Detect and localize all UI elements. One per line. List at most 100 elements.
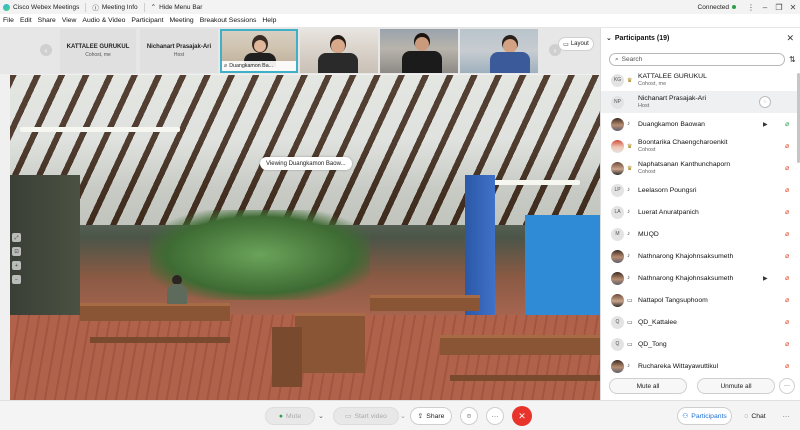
connected-dot-icon (732, 5, 736, 9)
participant-row[interactable]: Q ▭ QD_Tong ⌀ (601, 333, 800, 355)
video-camera-icon: ▶ (763, 121, 768, 128)
screen-icon: ▭ (627, 297, 633, 304)
participant-video-tile[interactable] (380, 29, 458, 73)
audio-options-chevron-icon[interactable]: ⌄ (316, 407, 326, 425)
participant-row[interactable]: Q ▭ QD_Kattalee ⌀ (601, 311, 800, 333)
search-input[interactable]: ⌕ Search (609, 53, 785, 66)
lock-icon[interactable]: ⊡ (12, 247, 21, 256)
avatar (611, 249, 624, 263)
menu-help[interactable]: Help (259, 17, 279, 24)
participant-row[interactable]: M ♪ MUQD ⌀ (601, 223, 800, 245)
participant-row[interactable]: ♪ Nathnarong Khajohnsaksumeth ⌀ (601, 245, 800, 267)
menu-audio-video[interactable]: Audio & Video (79, 17, 128, 24)
chat-bubble-icon[interactable]: ◌ (759, 96, 771, 108)
expand-icon[interactable]: ⤢ (12, 233, 21, 242)
more-options-icon[interactable]: ··· (486, 407, 504, 425)
menu-file[interactable]: File (0, 17, 17, 24)
hide-menu-bar-button[interactable]: ⌃ Hide Menu Bar (145, 3, 209, 12)
app-title: Cisco Webex Meetings (0, 3, 85, 11)
avatar: M (611, 227, 624, 241)
menu-breakout-sessions[interactable]: Breakout Sessions (197, 17, 260, 24)
participant-row[interactable]: LA ♪ Luerat Anuratpanich ⌀ (601, 201, 800, 223)
share-button[interactable]: ⇪ Share (410, 407, 452, 425)
sort-icon[interactable]: ⇅ (789, 55, 796, 64)
close-window-icon[interactable]: ✕ (786, 0, 800, 14)
mute-button[interactable]: ● Mute (265, 407, 315, 425)
participant-row[interactable]: ♛ Naphatsanan Kanthunchaporn Cohost ⌀ (601, 157, 800, 179)
participants-panel-button[interactable]: ⚇ Participants (677, 407, 732, 425)
participants-panel-footer: Mute all Unmute all ··· (601, 375, 800, 400)
participant-tile[interactable]: Nichanart Prasajak-Ari Host (140, 29, 218, 73)
muted-mic-icon: ⌀ (785, 143, 790, 150)
reactions-icon[interactable]: ☺ (460, 407, 478, 425)
more-panels-icon[interactable]: ··· (778, 407, 794, 425)
end-meeting-icon[interactable]: ✕ (512, 406, 532, 426)
more-options-icon[interactable]: ··· (779, 378, 795, 394)
cohost-icon: ♛ (627, 143, 633, 150)
participant-row[interactable]: NP Nichanart Prasajak-Ari Host ◌ (601, 91, 800, 113)
participant-row[interactable]: KG ♛ KATTALEE GURUKUL Cohost, me (601, 69, 800, 91)
muted-mic-icon: ⌀ (785, 209, 790, 216)
participant-name: QD_Kattalee (638, 318, 677, 326)
participant-video (318, 35, 358, 73)
participant-video (402, 33, 442, 73)
muted-mic-icon: ⌀ (785, 341, 790, 348)
participant-video-tile[interactable] (460, 29, 538, 73)
participants-panel-title: Participants (19) (614, 34, 670, 42)
avatar (611, 293, 624, 307)
zoom-in-icon[interactable]: + (12, 261, 21, 270)
chat-panel-button[interactable]: ◌ Chat (738, 407, 772, 425)
search-icon: ⌕ (615, 55, 619, 63)
zoom-out-icon[interactable]: − (12, 275, 21, 284)
participant-row[interactable]: ♪ Ruchareka Wittayawuttikul ⌀ (601, 355, 800, 377)
speaker-icon: ♪ (627, 121, 630, 127)
mic-icon: ⌀ (785, 121, 790, 128)
active-speaker-video-tile[interactable]: ⌀ Duangkamon Ba... (220, 29, 298, 73)
participant-tile[interactable]: KATTALEE GURUKUL Cohost, me (60, 29, 136, 73)
chevron-left-icon[interactable]: ‹ (40, 44, 52, 56)
avatar (611, 139, 624, 153)
tile-role: Cohost, me (85, 52, 111, 58)
participant-name: QD_Tong (638, 340, 667, 348)
avatar: LP (611, 183, 624, 197)
close-icon[interactable]: ✕ (786, 33, 794, 44)
participant-video-tile[interactable] (300, 29, 378, 73)
meeting-info-button[interactable]: ⓘ Meeting Info (86, 2, 143, 13)
muted-mic-icon: ⌀ (224, 63, 228, 69)
menu-bar: File Edit Share View Audio & Video Parti… (0, 14, 800, 28)
restore-icon[interactable]: ❐ (772, 0, 786, 14)
unmute-all-button[interactable]: Unmute all (697, 378, 775, 394)
muted-mic-icon: ⌀ (785, 275, 790, 282)
participant-name: Luerat Anuratpanich (638, 208, 699, 216)
participants-panel: ⌄ Participants (19) ✕ ⌕ Search ⇅ KG ♛ KA… (600, 28, 800, 400)
participant-row[interactable]: LP ♪ Leelasorn Poungsri ⌀ (601, 179, 800, 201)
menu-share[interactable]: Share (35, 17, 59, 24)
participant-role: Cohost (638, 169, 656, 175)
participant-row[interactable]: ♪ Duangkamon Baowan ▶ ⌀ (601, 113, 800, 135)
minimize-icon[interactable]: – (758, 0, 772, 14)
video-filmstrip: ‹ KATTALEE GURUKUL Cohost, me Nichanart … (0, 28, 600, 74)
more-icon[interactable]: ⋮ (744, 0, 758, 14)
video-options-chevron-icon[interactable]: ⌄ (399, 407, 407, 425)
layout-button[interactable]: ▭ Layout (558, 37, 594, 51)
muted-mic-icon: ⌀ (785, 165, 790, 172)
menu-edit[interactable]: Edit (17, 17, 35, 24)
chevron-down-icon[interactable]: ⌄ (606, 34, 612, 42)
participant-row[interactable]: ♪ Nathnarong Khajohnsaksumeth ▶ ⌀ (601, 267, 800, 289)
avatar: NP (611, 95, 624, 109)
video-camera-icon: ▶ (763, 275, 768, 282)
menu-participant[interactable]: Participant (128, 17, 166, 24)
cohost-icon: ♛ (627, 77, 633, 84)
avatar: LA (611, 205, 624, 219)
participant-row[interactable]: ♛ Boontarika Chaengcharoenkit Cohost ⌀ (601, 135, 800, 157)
participant-row[interactable]: ▭ Nattapol Tangsuphoom ⌀ (601, 289, 800, 311)
menu-meeting[interactable]: Meeting (167, 17, 197, 24)
mute-all-button[interactable]: Mute all (609, 378, 687, 394)
muted-mic-icon: ⌀ (785, 231, 790, 238)
menu-view[interactable]: View (59, 17, 80, 24)
participant-name: Nathnarong Khajohnsaksumeth (638, 252, 734, 260)
avatar: KG (611, 73, 624, 87)
participant-name: Nathnarong Khajohnsaksumeth (638, 274, 734, 282)
start-video-button[interactable]: ▭ Start video (333, 407, 399, 425)
avatar (611, 271, 624, 285)
